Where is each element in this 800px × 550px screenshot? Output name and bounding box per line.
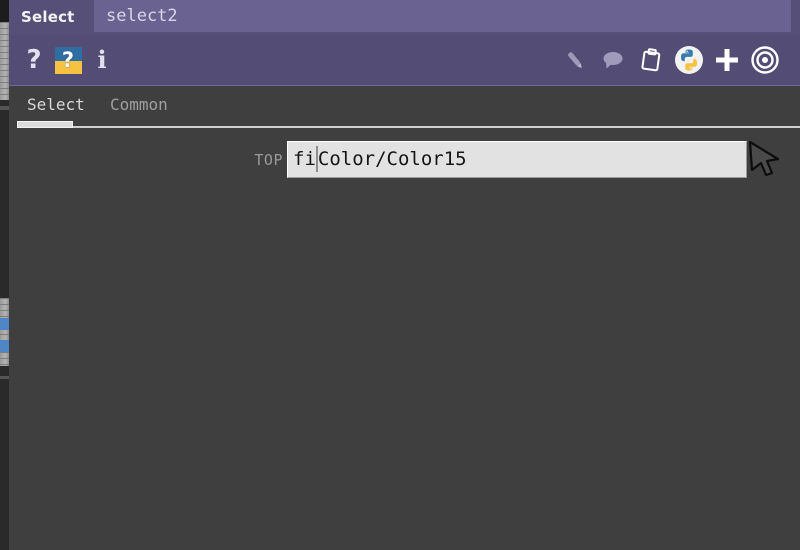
active-tab-indicator <box>17 121 73 128</box>
pencil-icon <box>568 52 582 69</box>
background-window-sliver <box>0 0 9 550</box>
whats-this-button[interactable]: ? <box>51 40 85 80</box>
python-button[interactable] <box>670 40 708 80</box>
info-icon: i <box>97 45 107 74</box>
tab-select[interactable]: Select <box>27 86 85 124</box>
add-button[interactable] <box>708 40 746 80</box>
toolbar-right-group <box>556 35 784 85</box>
clipboard-icon <box>641 48 661 72</box>
node-name-field[interactable]: select2 <box>94 0 791 32</box>
background-ruler-segment <box>0 22 9 100</box>
background-marker-1 <box>0 318 9 330</box>
background-marker-2 <box>0 340 9 352</box>
target-icon <box>751 46 779 74</box>
top-field-text-before-caret: fi <box>293 148 316 170</box>
info-button[interactable]: i <box>85 40 119 80</box>
help-question-button[interactable]: ? <box>17 40 51 80</box>
question-mark-icon: ? <box>26 45 42 75</box>
tab-common[interactable]: Common <box>110 86 168 124</box>
tabbar-baseline <box>17 126 800 128</box>
parameter-panel: TOP fi Color/Color15 <box>9 130 800 550</box>
comment-button[interactable] <box>594 40 632 80</box>
target-button[interactable] <box>746 40 784 80</box>
background-panel-1 <box>0 110 9 298</box>
background-ruler-segment-2 <box>0 298 9 366</box>
python-logo-icon <box>675 46 703 74</box>
whats-this-glyph: ? <box>61 47 75 72</box>
background-divider-3 <box>0 366 9 376</box>
window-toolbar: ? ? i <box>9 35 800 86</box>
window-titlebar: Select select2 <box>9 0 800 35</box>
parameter-tabbar: Select Common <box>9 86 800 130</box>
top-field-label: TOP <box>254 151 283 169</box>
plus-icon <box>716 49 738 71</box>
text-caret <box>315 145 318 172</box>
edit-button[interactable] <box>556 40 594 80</box>
select-node-parameter-window: Select select2 ? ? i Select Common TOP f… <box>0 0 800 550</box>
whats-this-icon: ? <box>54 46 82 74</box>
clipboard-button[interactable] <box>632 40 670 80</box>
module-type-label: Select <box>21 8 75 26</box>
background-panel-2 <box>0 379 9 550</box>
toolbar-left-group: ? ? i <box>17 35 119 85</box>
top-parameter-row: TOP fi Color/Color15 <box>9 141 800 179</box>
top-field-text-after-caret: Color/Color15 <box>317 148 467 170</box>
top-field-input[interactable]: fi Color/Color15 <box>287 141 747 178</box>
speech-bubble-icon <box>603 52 623 69</box>
